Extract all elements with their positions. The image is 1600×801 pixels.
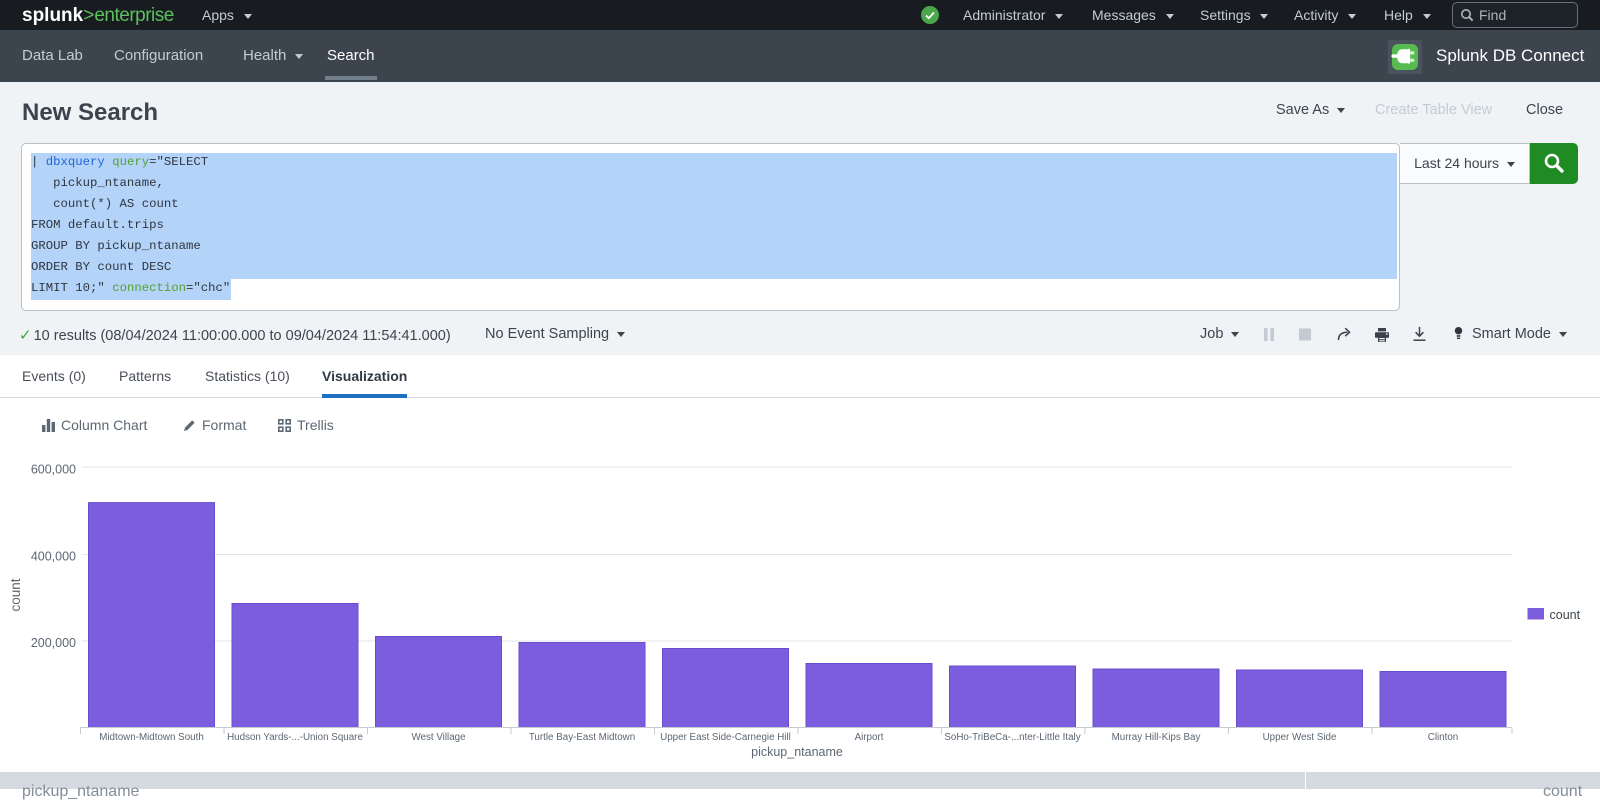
svg-text:West Village: West Village xyxy=(411,732,466,743)
svg-text:Upper West Side: Upper West Side xyxy=(1263,732,1337,743)
svg-text:count: count xyxy=(1550,608,1581,622)
svg-text:400,000: 400,000 xyxy=(31,550,76,564)
svg-text:Turtle Bay-East Midtown: Turtle Bay-East Midtown xyxy=(529,732,635,743)
svg-text:Clinton: Clinton xyxy=(1428,732,1459,743)
svg-text:count: count xyxy=(8,578,23,611)
svg-text:Hudson Yards-...-Union Square: Hudson Yards-...-Union Square xyxy=(227,732,363,743)
svg-text:Upper East Side-Carnegie Hill: Upper East Side-Carnegie Hill xyxy=(660,732,791,743)
svg-text:Midtown-Midtown South: Midtown-Midtown South xyxy=(99,732,204,743)
svg-text:200,000: 200,000 xyxy=(31,636,76,650)
svg-text:Murray Hill-Kips Bay: Murray Hill-Kips Bay xyxy=(1112,732,1201,743)
svg-text:Airport: Airport xyxy=(855,732,884,743)
svg-text:SoHo-TriBeCa-...nter-Little It: SoHo-TriBeCa-...nter-Little Italy xyxy=(944,732,1080,743)
svg-text:pickup_ntaname: pickup_ntaname xyxy=(751,745,843,759)
svg-text:600,000: 600,000 xyxy=(31,463,76,477)
